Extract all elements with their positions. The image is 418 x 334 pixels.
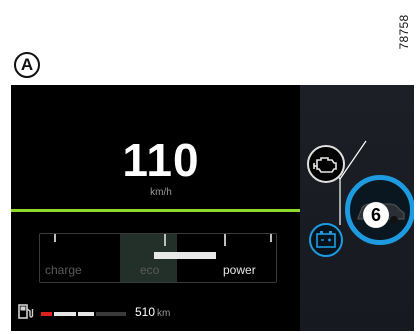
figure-reference-text: 78758	[397, 14, 411, 50]
figure-reference-number: 78758	[394, 6, 414, 58]
callout-label-6: 6	[363, 202, 389, 228]
battery-icon	[316, 231, 336, 248]
callout-label-a: A	[14, 52, 40, 78]
battery-warning-light	[309, 223, 343, 257]
engine-warning-light	[307, 145, 345, 183]
engine-icon	[313, 157, 337, 173]
instrument-cluster: 110 km/h charge eco power 510 km 6	[11, 85, 414, 331]
